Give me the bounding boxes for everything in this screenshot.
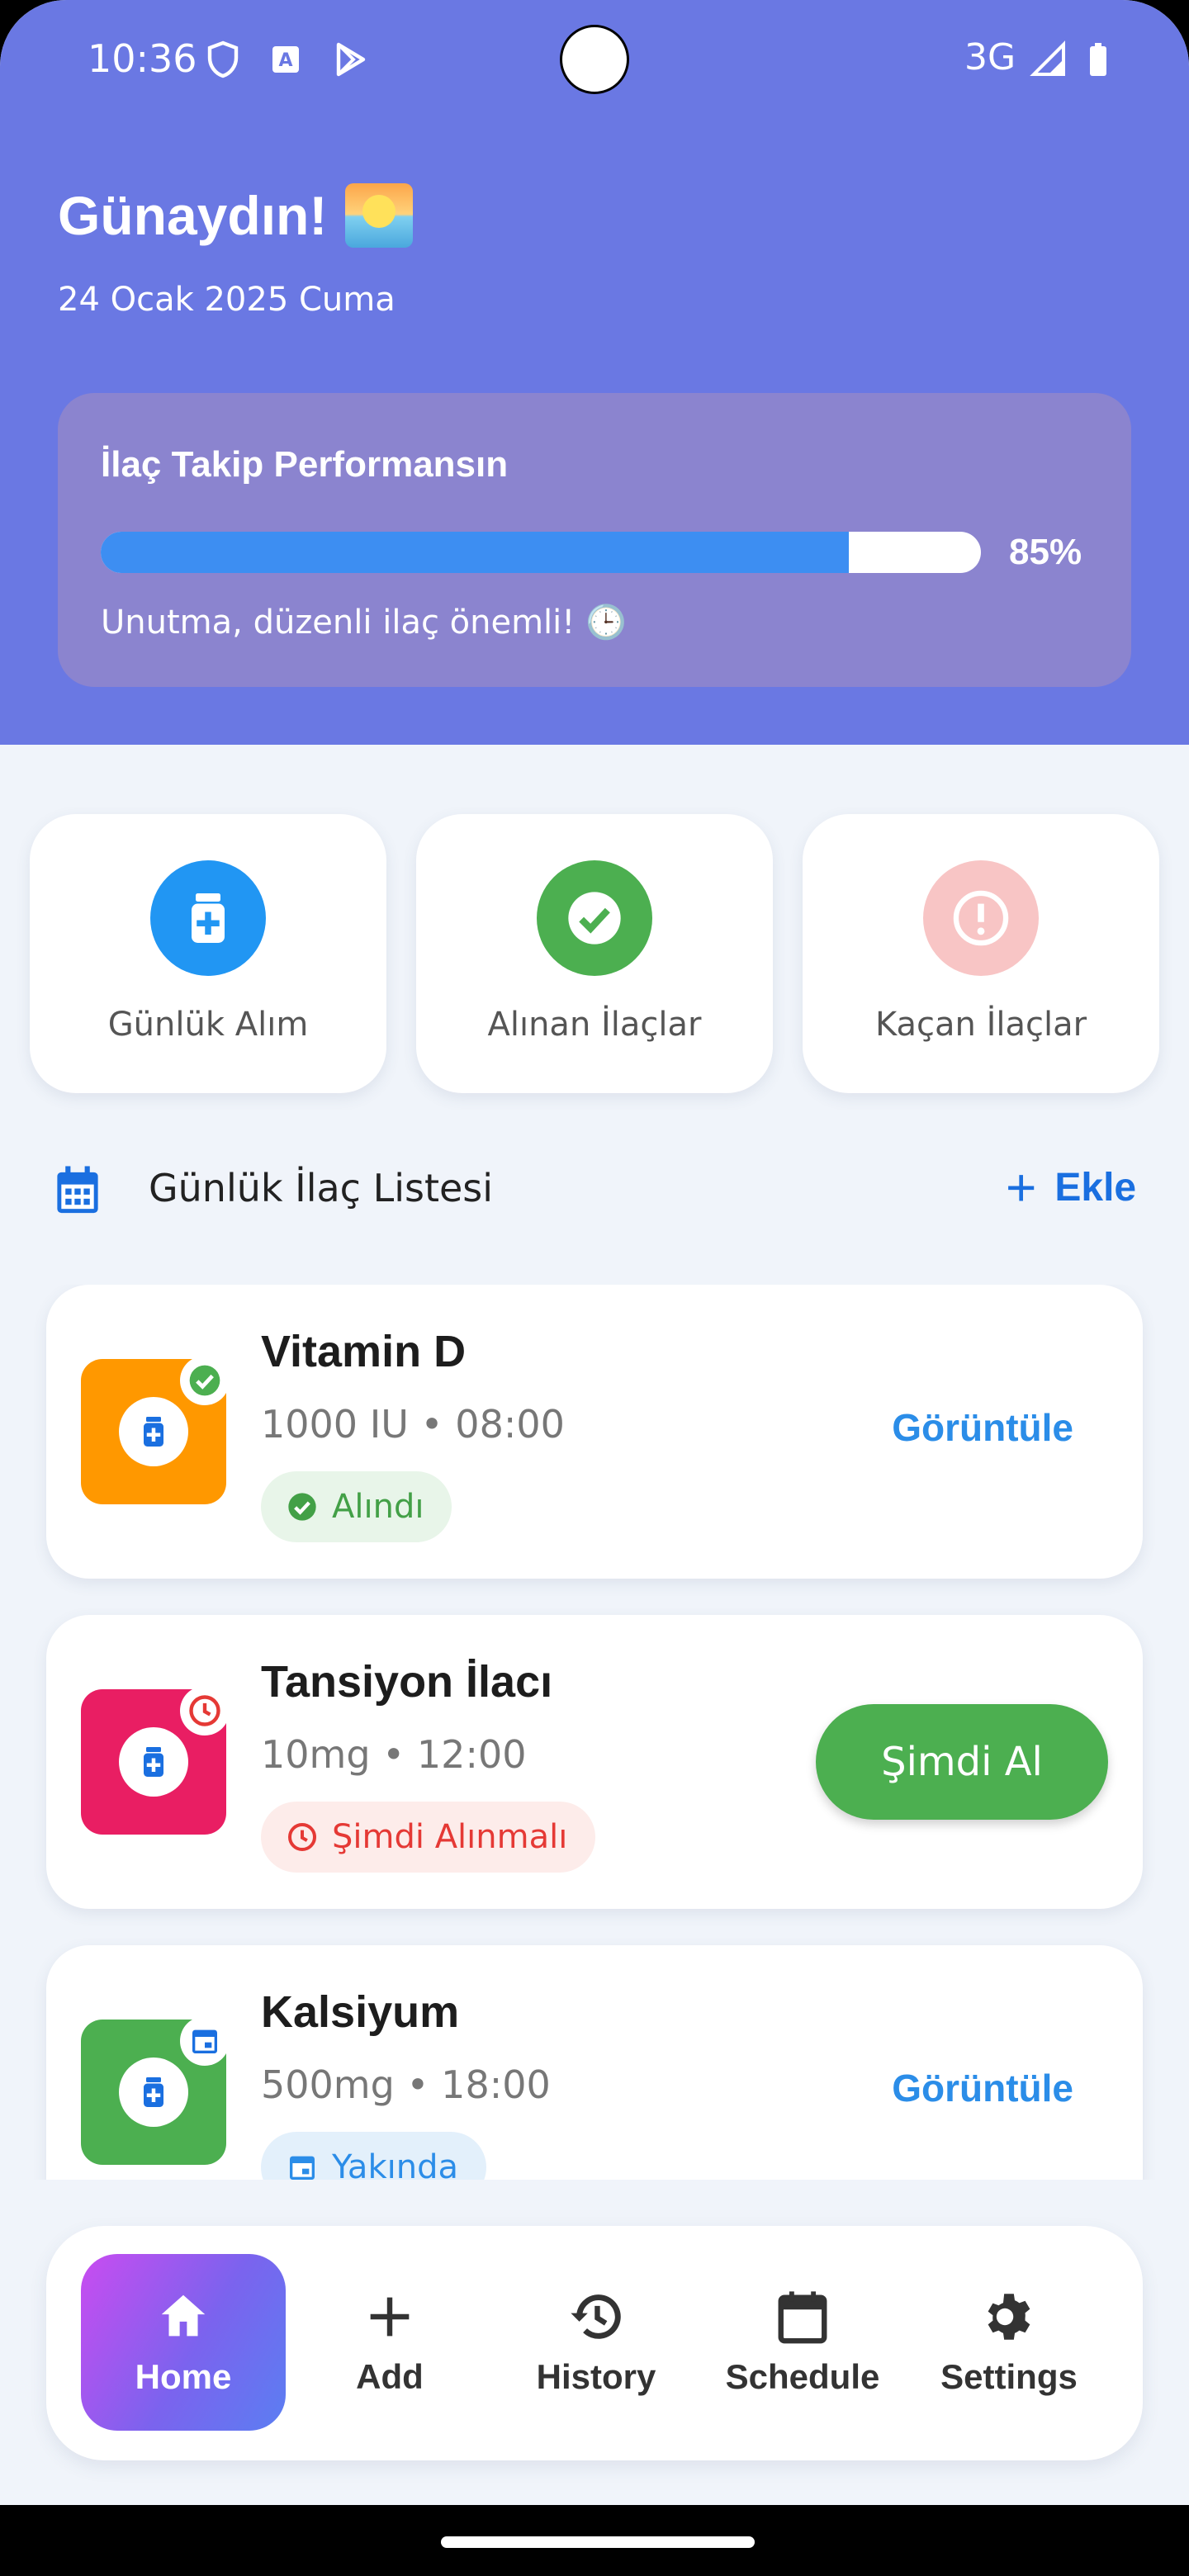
home-gesture-handle[interactable] [441,2536,755,2548]
shield-icon [207,40,239,78]
view-button[interactable]: Görüntüle [892,1405,1073,1450]
pill-bottle-icon [150,860,266,976]
add-label: Ekle [1054,1165,1137,1210]
font-icon: A [272,46,299,73]
status-text: Şimdi Alınmalı [332,1818,568,1856]
app-screen: 10:36 A 3G Günaydın! 24 Ocak 2025 Cuma İ… [0,0,1189,2576]
stat-label: Günlük Alım [107,1006,309,1044]
status-badge: Yakında [261,2132,486,2180]
medication-name: Vitamin D [261,1327,467,1376]
performance-note: Unutma, düzenli ilaç önemli! 🕒 [101,604,627,642]
gear-icon [988,2294,1030,2340]
medication-dose: 1000 IU • 08:00 [261,1402,565,1447]
pill-bottle-icon [144,2077,163,2107]
home-icon [161,2294,206,2337]
performance-progress-bar [101,532,981,573]
greeting-text: Günaydın! [58,185,328,246]
progress-fill [101,532,850,573]
check-circle-icon [537,860,652,976]
medication-name: Tansiyon İlacı [261,1657,553,1707]
nav-label: Home [135,2357,232,2396]
clock-icon [180,1686,230,1735]
medication-dose: 500mg • 18:00 [261,2062,551,2107]
warning-icon [923,860,1039,976]
greeting: Günaydın! [58,183,414,248]
calendar-icon [180,2016,230,2066]
performance-percent: 85% [1009,532,1082,572]
view-button[interactable]: Görüntüle [892,2066,1073,2110]
network-type: 3G [964,36,1016,78]
nav-home[interactable]: Home [81,2254,286,2431]
battery-icon [1090,43,1106,76]
bottom-navigation: Home Add History Schedule Settings [46,2226,1143,2460]
camera-cutout [560,25,629,94]
history-icon [571,2294,621,2339]
status-badge: Alındı [261,1471,452,1542]
stat-label: Alınan İlaçlar [487,1006,702,1044]
nav-label: History [536,2357,656,2396]
medication-card[interactable]: Tansiyon İlacı 10mg • 12:00 Şimdi Alınma… [46,1615,1143,1909]
medication-icon [81,1686,230,1835]
medication-card[interactable]: Kalsiyum 500mg • 18:00 Yakında Görüntüle [46,1945,1143,2180]
pill-bottle-icon [144,1747,163,1777]
nav-add[interactable]: Add [287,2254,492,2431]
medication-icon [81,2016,230,2165]
status-text: Alındı [332,1488,424,1526]
status-badge: Şimdi Alınmalı [261,1802,596,1873]
current-date: 24 Ocak 2025 Cuma [58,281,396,319]
medication-card[interactable]: Vitamin D 1000 IU • 08:00 Alındı Görüntü… [46,1285,1143,1579]
clock-icon [288,1823,316,1851]
nav-history[interactable]: History [494,2254,699,2431]
check-icon [180,1356,230,1405]
pill-bottle-icon [144,1417,163,1447]
status-bar: 10:36 A 3G [0,0,1189,124]
status-time: 10:36 [88,36,197,81]
header: 10:36 A 3G Günaydın! 24 Ocak 2025 Cuma İ… [0,0,1189,745]
take-now-button[interactable]: Şimdi Al [816,1704,1108,1820]
nav-label: Schedule [725,2357,880,2396]
svg-text:A: A [278,50,292,71]
performance-title: İlaç Takip Performansın [101,444,509,485]
stat-card-daily-intake[interactable]: Günlük Alım [30,814,386,1093]
stat-card-missed[interactable]: Kaçan İlaçlar [803,814,1159,1093]
plus-icon: + [1006,1158,1037,1217]
medication-dose: 10mg • 12:00 [261,1732,527,1777]
play-store-icon [336,42,366,77]
calendar-icon [57,1166,98,1214]
add-medication-button[interactable]: + Ekle [1006,1161,1136,1214]
nav-schedule[interactable]: Schedule [700,2254,905,2431]
nav-settings[interactable]: Settings [907,2254,1111,2431]
sunrise-emoji-icon [345,183,414,248]
medication-list[interactable]: Vitamin D 1000 IU • 08:00 Alındı Görüntü… [0,1285,1189,2180]
medication-icon [81,1356,230,1504]
stat-label: Kaçan İlaçlar [874,1006,1087,1044]
nav-label: Settings [940,2357,1078,2396]
list-title: Günlük İlaç Listesi [149,1166,494,1210]
stat-card-taken[interactable]: Alınan İlaçlar [416,814,773,1093]
check-circle-icon [288,1493,316,1521]
calendar-icon [778,2291,827,2344]
medication-name: Kalsiyum [261,1987,460,2037]
plus-icon [370,2297,410,2337]
status-text: Yakında [332,2148,458,2180]
calendar-icon [290,2156,315,2180]
nav-label: Add [356,2357,424,2396]
performance-card: İlaç Takip Performansın 85% Unutma, düze… [58,393,1131,687]
signal-icon [1030,40,1065,76]
